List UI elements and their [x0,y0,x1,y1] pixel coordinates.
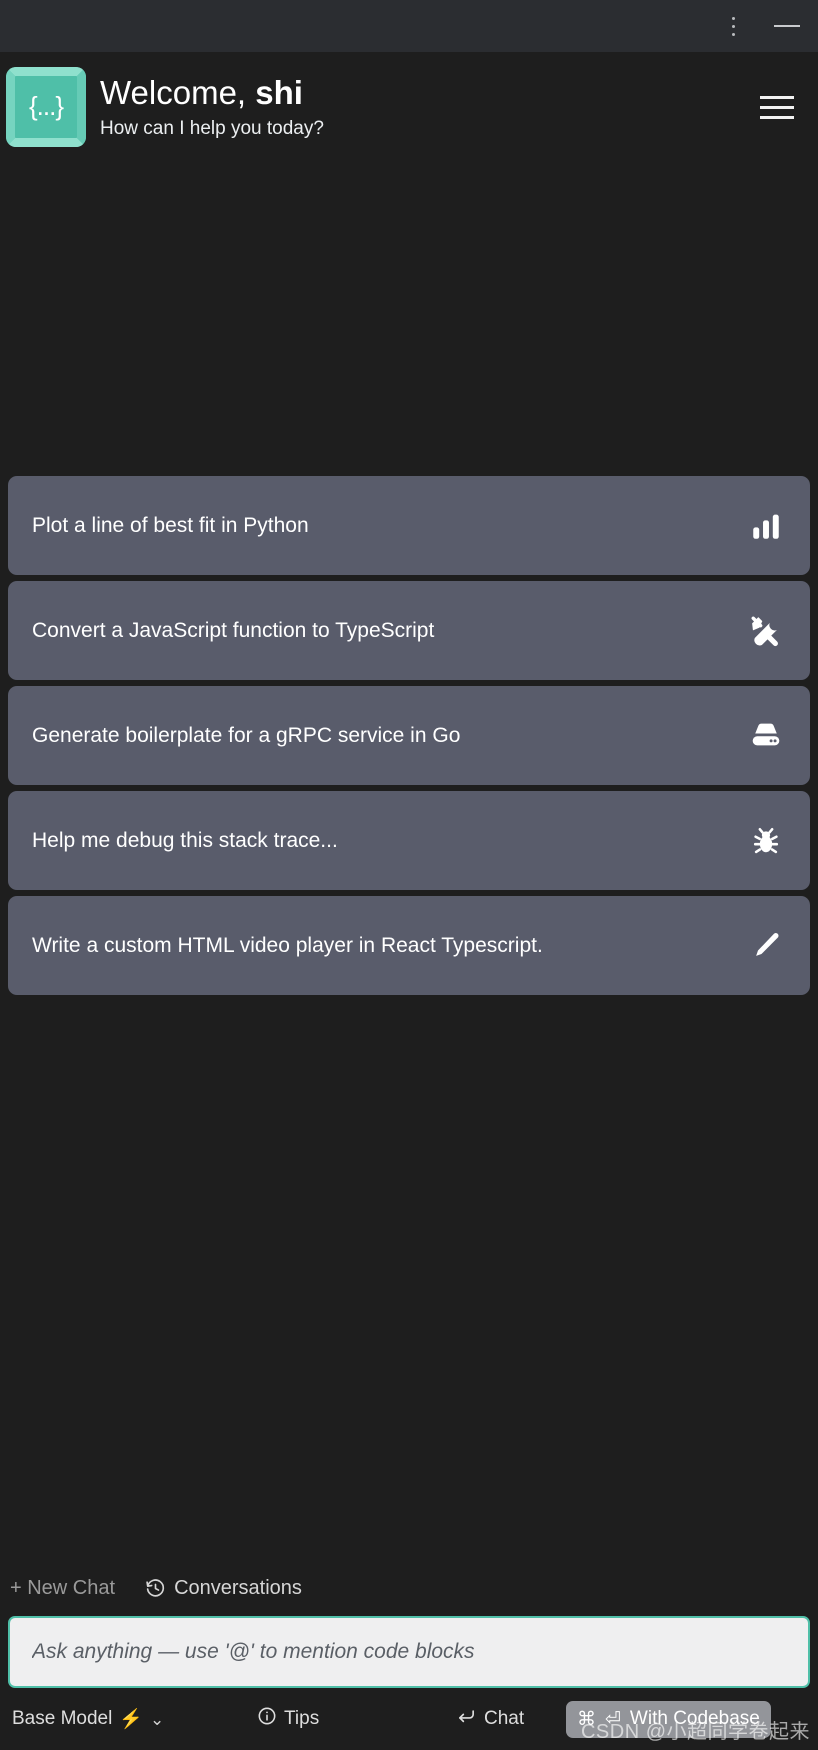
conversations-button[interactable]: Conversations [145,1577,302,1600]
minimize-icon [774,25,800,27]
with-codebase-button[interactable]: ⌘ ⏎ With Codebase [566,1700,771,1738]
suggestion-card[interactable]: Help me debug this stack trace... [8,791,810,890]
server-icon [744,714,788,758]
suggestion-label: Write a custom HTML video player in Reac… [32,933,543,957]
quicklinks-row: + New Chat Conversations [8,1566,810,1610]
suggestion-label: Help me debug this stack trace... [32,828,338,852]
hamburger-icon[interactable] [754,84,800,130]
app-window: {...} Welcome, shi How can I help you to… [0,0,818,1750]
minimize-button[interactable] [756,0,818,52]
enter-key-icon: ⏎ [605,1708,621,1730]
new-chat-button[interactable]: + New Chat [10,1577,115,1600]
lightning-bolt-icon: ⚡ [119,1709,144,1730]
bar-chart-icon [744,504,788,548]
welcome-username: shi [255,73,303,111]
page-subtitle: How can I help you today? [100,117,324,139]
welcome-prefix: Welcome, [100,73,256,111]
suggestion-card[interactable]: Write a custom HTML video player in Reac… [8,896,810,995]
bottom-panel: + New Chat Conversations Ask anything — … [0,1566,818,1750]
window-titlebar [0,0,818,52]
suggestion-card[interactable]: Convert a JavaScript function to TypeScr… [8,581,810,680]
history-clock-icon [145,1578,166,1599]
tips-label: Tips [284,1708,320,1729]
page-title: Welcome, shi [100,74,324,113]
enter-key-icon [456,1706,477,1733]
chevron-down-icon: ⌄ [150,1709,165,1729]
suggestion-label: Convert a JavaScript function to TypeScr… [32,618,435,642]
chat-action-label: Chat [484,1708,525,1729]
with-codebase-label: With Codebase [629,1708,760,1729]
status-bar: Base Model ⚡ ⌄ Tips Chat ⌘ ⏎ With Codeba… [8,1688,810,1750]
chat-input-placeholder: Ask anything — use '@' to mention code b… [32,1640,475,1663]
braces-icon: {...} [28,91,64,121]
chat-action-button[interactable]: Chat [456,1706,524,1733]
chat-input[interactable]: Ask anything — use '@' to mention code b… [8,1616,810,1688]
model-label: Base Model [12,1708,113,1729]
suggestion-label: Generate boilerplate for a gRPC service … [32,723,461,747]
info-circle-icon [257,1706,277,1732]
new-chat-label: + New Chat [10,1576,116,1599]
kebab-menu-icon [731,16,735,36]
app-header: {...} Welcome, shi How can I help you to… [0,52,818,162]
header-text-block: Welcome, shi How can I help you today? [100,74,324,141]
pencil-icon [744,924,788,968]
suggestion-label: Plot a line of best fit in Python [32,513,309,537]
app-logo: {...} [6,67,86,147]
bug-icon [744,819,788,863]
suggestion-list: Plot a line of best fit in Python Conver… [8,476,810,995]
suggestion-card[interactable]: Plot a line of best fit in Python [8,476,810,575]
command-key-icon: ⌘ [577,1708,596,1730]
suggestion-card[interactable]: Generate boilerplate for a gRPC service … [8,686,810,785]
kebab-menu-button[interactable] [710,0,756,52]
model-selector[interactable]: Base Model ⚡ ⌄ [12,1707,164,1731]
conversations-label: Conversations [174,1576,302,1599]
tips-button[interactable]: Tips [257,1706,319,1732]
tools-icon [744,609,788,653]
main-content: Plot a line of best fit in Python Conver… [0,162,818,1566]
